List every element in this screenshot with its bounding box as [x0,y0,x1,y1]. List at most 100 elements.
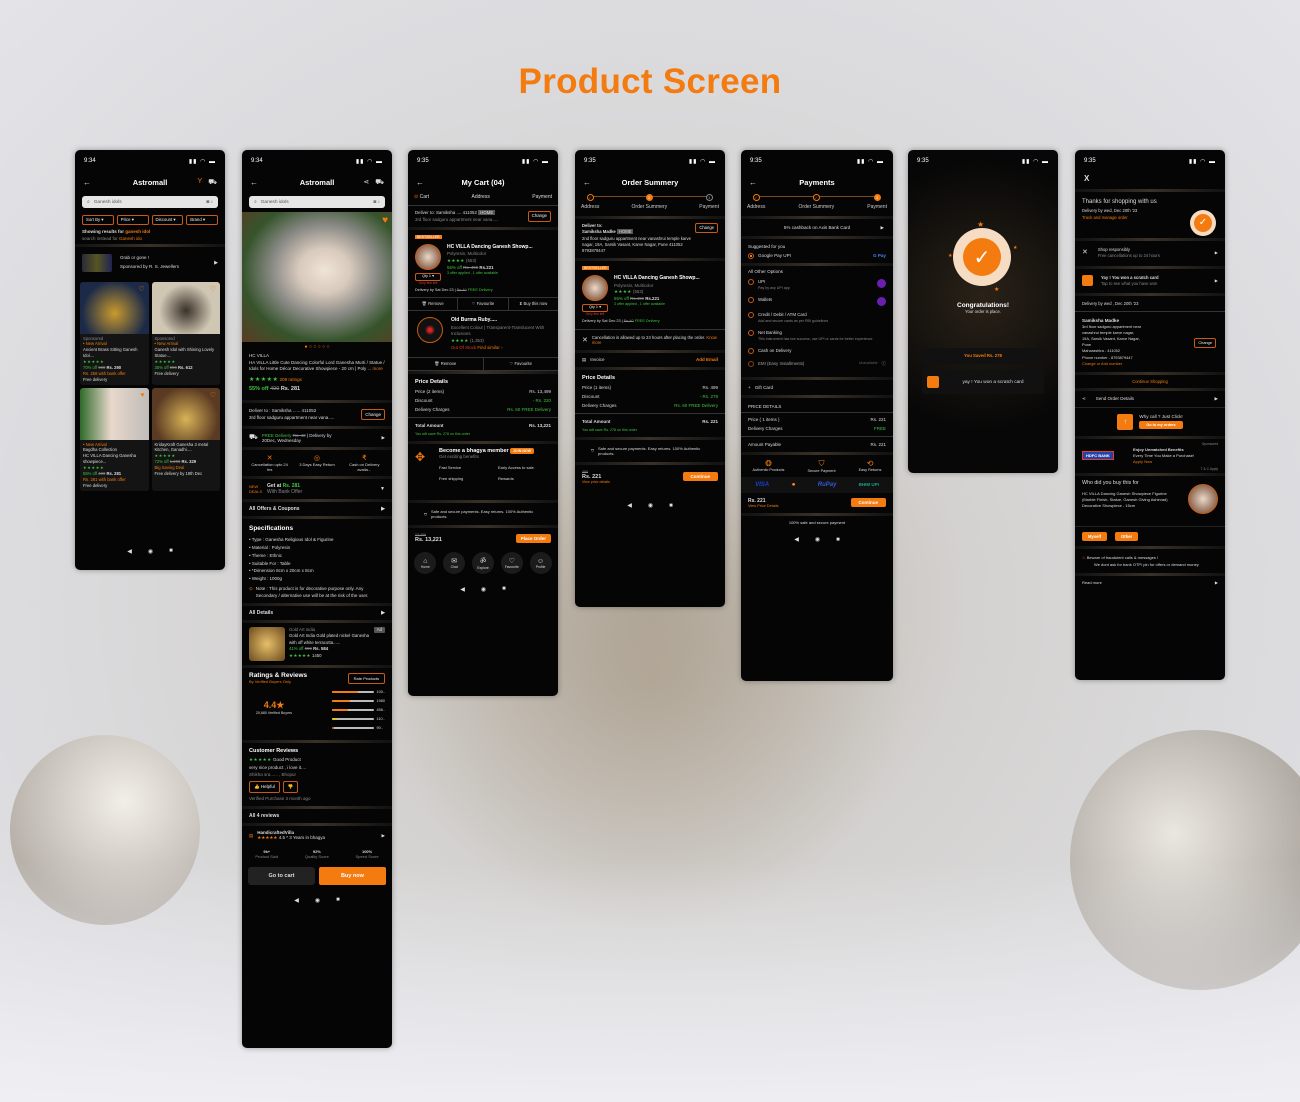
change-address-button[interactable]: Change [1194,338,1216,349]
favourite-icon[interactable]: ♡ [210,391,216,401]
payment-option[interactable]: EMI (Easy Installments) Unavailable ⓘ [748,360,886,368]
add-number-link[interactable]: Change or Add number [1082,361,1218,367]
favourite-button[interactable]: ♡ Favourite [482,358,559,371]
nav-home-icon[interactable]: ◉ [815,536,820,543]
chip-sort[interactable]: Sort By ▾ [82,215,114,225]
favourite-button[interactable]: ♡ Favourite [457,298,507,311]
nav-recents-icon[interactable]: ■ [669,503,673,509]
remove-button[interactable]: 🗑 Remove [408,358,483,370]
nav-back-icon[interactable]: ◀ [294,897,299,904]
ratings-link[interactable]: 209 ratings [280,377,302,382]
more-link[interactable]: more [372,366,382,371]
favourite-icon[interactable]: ♥ [382,215,388,226]
payment-option[interactable]: Wallets [748,297,886,307]
nav-back-icon[interactable]: ◀ [627,502,632,509]
rate-products-button[interactable]: Rate Products [347,672,385,684]
favourite-icon[interactable]: ♡ [138,285,144,295]
tab-explore[interactable]: ॐ Explore [471,552,494,575]
qty-select[interactable]: Qty 1 ▾ [582,304,608,312]
camera-mic-icons[interactable]: ◙ ♪ [206,200,213,205]
qty-select[interactable]: Qty 1 ▾ [415,272,441,281]
go-to-orders-button[interactable]: Go to my orders [1139,421,1183,430]
chip-discount[interactable]: Discount ▾ [151,215,184,225]
add-email-link[interactable]: Add Email [696,357,718,362]
product-card[interactable]: ♥ • New Arrival Bagdha Collection HC VILLA… [80,387,149,491]
other-button[interactable]: Other [1115,531,1139,541]
nav-recents-icon[interactable]: ■ [502,586,506,592]
seller-info[interactable]: ▤ HandicraftedVilla ★★★★★ 4.5 * 3 Years i… [242,826,392,845]
cart-icon[interactable]: ⛟ [375,178,384,187]
place-order-button[interactable]: Place Order [515,533,551,543]
send-order-details-row[interactable]: ⋖ Send Order Details ▶ [1075,391,1225,407]
gpay-option[interactable]: Google Pay UPI G Pay [748,251,886,260]
read-more-row[interactable]: Read more ▶ [1075,576,1225,589]
go-to-cart-button[interactable]: Go to cart [248,867,315,886]
change-address-button[interactable]: Change [527,211,551,222]
radio-button[interactable] [748,330,754,337]
share-icon[interactable]: ⋖ [363,178,369,187]
image-carousel-dots[interactable]: ● ○ ○ ○ ○ ○ [242,344,392,350]
radio-button[interactable] [748,279,754,286]
search-instead-link[interactable]: Ganesh ido [119,236,142,241]
nav-back-icon[interactable]: ◀ [127,548,132,555]
search-input[interactable]: ⌕ Ganesh idols ◙ ♪ [82,196,218,208]
nav-recents-icon[interactable]: ■ [169,548,173,554]
tab-favourite[interactable]: ♡ Favourite [500,552,523,575]
radio-button[interactable] [748,297,754,304]
tab-home[interactable]: ⌂ Home [414,552,437,575]
view-price-details-link[interactable]: View price details [582,480,610,484]
nav-back-icon[interactable]: ◀ [794,536,799,543]
radio-button[interactable] [748,312,754,319]
continue-button[interactable]: Continue [682,472,718,482]
nav-home-icon[interactable]: ◉ [315,897,320,904]
favourite-icon[interactable]: ♡ [210,285,216,295]
helpful-button[interactable]: 👍 Helpful [249,781,280,793]
tab-profile[interactable]: ☺ Profile [529,552,552,575]
delivery-info[interactable]: ⛟ FREE Delivery Rs. 40 | Delivery by 20De… [242,429,392,447]
payment-option[interactable]: Cash on Delivery [748,348,886,355]
bank-offer[interactable]: NEW DEALS Get at Rs. 281 With Bank Offer … [242,479,392,499]
nav-home-icon[interactable]: ◉ [481,586,486,593]
remove-button[interactable]: 🗑 Remove [408,298,457,310]
sponsored-banner[interactable]: Grab or gone ! Sponsored by R. S. Jewelle… [75,247,225,279]
nav-recents-icon[interactable]: ■ [336,897,340,903]
not-helpful-button[interactable]: 👎 [282,781,299,793]
chip-brand[interactable]: Brand ▾ [186,215,218,225]
change-address-button[interactable]: Change [695,223,718,234]
filter-icon[interactable]: Y [198,178,203,187]
product-card[interactable]: ♡ KridayKraft Ganesha 3 metal Kitchen, G… [151,387,220,491]
payment-option[interactable]: Credit / Debit / ATM Card Add and secure … [748,312,886,324]
all-details-row[interactable]: All Details ▶ [242,606,392,620]
cashback-banner[interactable]: 5% cashback on Axis Bank Card ▶ [741,219,893,236]
view-price-details-link[interactable]: View Price Details [748,504,779,508]
nav-home-icon[interactable]: ◉ [148,548,153,555]
continue-shopping-link[interactable]: Continue Shopping [1075,375,1225,388]
nav-recents-icon[interactable]: ■ [836,537,840,543]
radio-button[interactable] [748,348,754,355]
buy-now-button[interactable]: Buy now [319,867,386,886]
radio-button[interactable] [748,360,754,367]
gift-card-row[interactable]: + Gift Card [741,380,893,395]
product-image[interactable]: ♥ [242,212,392,342]
similar-product[interactable]: Gold Art India Gold Art India Gold plated… [242,623,392,665]
bank-ad[interactable]: Sponsored HDFC BANK Enjoy Unmatched Bene… [1075,439,1225,473]
search-input[interactable]: ⌕ Ganesh idols ◙ ♪ [249,196,385,208]
product-card[interactable]: ♡ Sponsored • New Arrival Ancient Brass Si… [80,281,149,385]
all-offers-row[interactable]: All Offers & Coupons ▶ [242,502,392,516]
nav-back-icon[interactable]: ◀ [460,586,465,593]
join-now-button[interactable]: JOIN NOW [509,448,535,455]
buy-this-now-button[interactable]: ⧗ Buy this now [507,298,558,311]
tab-chat[interactable]: ✉ Chat [443,552,466,575]
close-button[interactable]: X [1075,172,1225,185]
nav-home-icon[interactable]: ◉ [648,502,653,509]
all-reviews-link[interactable]: All 4 reviews [242,809,392,823]
scratch-card-row[interactable]: Yay ! You won a scratch card Tap to see w… [1075,269,1225,294]
chip-price[interactable]: Price ▾ [116,215,149,225]
favourite-icon[interactable]: ♥ [140,391,144,401]
find-similar-link[interactable]: Find similar [477,345,499,350]
shop-responsibly-row[interactable]: ✕ Shop responsibly Free cancellations up t… [1075,241,1225,266]
continue-button[interactable]: Continue [850,498,886,508]
payment-option[interactable]: UPI Pay by any UPI app [748,279,886,291]
scratch-card-banner[interactable]: yay ! You won a scratch card [922,370,1044,394]
change-address-button[interactable]: Change [361,408,385,420]
